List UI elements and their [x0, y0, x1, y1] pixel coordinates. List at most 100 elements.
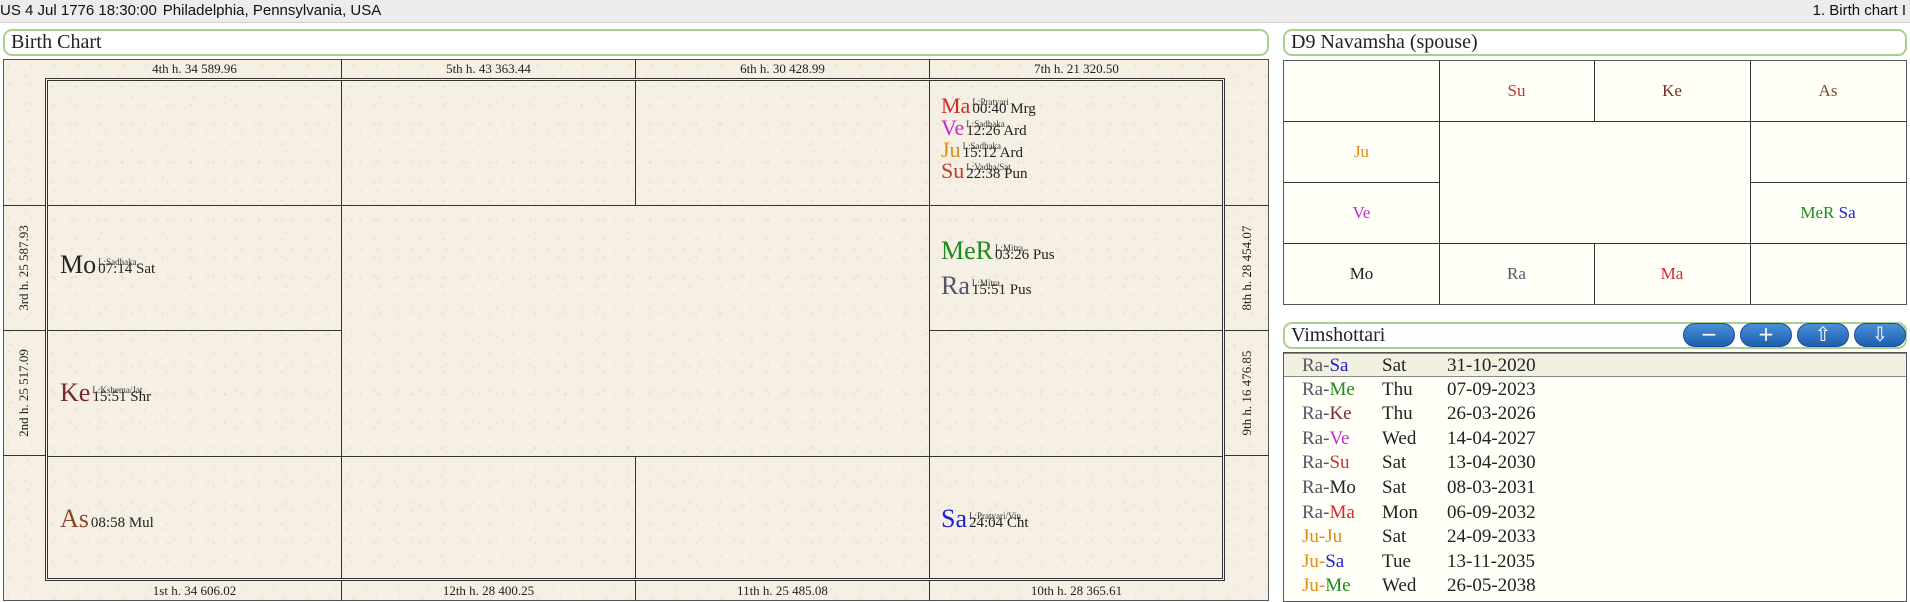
expand-button[interactable]: + — [1740, 323, 1792, 347]
dasha-row[interactable]: Ra-Ve Wed 14-04-2027 — [1284, 427, 1906, 451]
planet-abbr: As — [60, 504, 89, 533]
planet-abbr: Mo — [60, 250, 97, 279]
dasha-row[interactable]: Ju-Sa Tue 13-11-2035 — [1284, 550, 1906, 574]
house-label-7: 7th h. 21 320.50 — [1034, 61, 1119, 76]
dasha-row[interactable]: Ra-Sa Sat 31-10-2020 — [1284, 353, 1906, 377]
ascendant[interactable]: As 08:58 Mul — [60, 506, 154, 532]
dasha-row[interactable]: Ju-Ju Sat 24-09-2033 — [1284, 525, 1906, 549]
grid-line — [3, 455, 45, 456]
d9-cell-ma[interactable]: Ma — [1594, 243, 1750, 304]
bhukti-lord: Me — [1329, 378, 1355, 400]
d9-cell-ve[interactable]: Ve — [1284, 182, 1439, 243]
grid-line — [635, 456, 636, 578]
dasha-weekday: Sat — [1382, 526, 1407, 548]
d9-cell-mo[interactable]: Mo — [1284, 243, 1439, 304]
dasha-row[interactable]: Ra-Ma Mon 06-09-2032 — [1284, 501, 1906, 525]
dasha-row[interactable]: Ju-Me Wed 26-05-2038 — [1284, 574, 1906, 598]
dasha-date: 08-03-2031 — [1447, 477, 1536, 498]
planet-lord: L:Sadhaka — [98, 257, 137, 267]
bhukti-lord: Ma — [1329, 501, 1355, 523]
house-label-11: 11th h. 25 485.08 — [737, 583, 828, 598]
dasha-row[interactable]: Ra-Me Thu 07-09-2023 — [1284, 378, 1906, 402]
dasha-lord: Ra — [1302, 477, 1324, 498]
planet-ra[interactable]: Ra L:Mitra 15:51 Pus — [941, 273, 1032, 299]
d9-cell-ke[interactable]: Ke — [1594, 61, 1750, 121]
dasha-date: 31-10-2020 — [1447, 355, 1536, 376]
dasha-lord: Ra — [1302, 452, 1324, 474]
scroll-down-button[interactable]: ⇩ — [1854, 323, 1906, 347]
bhukti-lord: Sa — [1325, 550, 1345, 572]
d9-cell-ra[interactable]: Ra — [1439, 243, 1594, 304]
dasha-lord: Ra — [1302, 427, 1324, 449]
d9-cell-su[interactable]: Su — [1439, 61, 1594, 121]
d9-cell-mer-sa[interactable]: MeR Sa — [1750, 182, 1906, 243]
bhukti-lord: Su — [1329, 452, 1350, 474]
planet-abbr: MeR — [941, 236, 993, 265]
collapse-button[interactable]: − — [1683, 323, 1735, 347]
bhukti-lord: Sa — [1329, 355, 1349, 376]
planet-lord: L:Mitra — [971, 278, 1000, 288]
house-label-12: 12th h. 28 400.25 — [442, 583, 535, 598]
grid-line — [341, 81, 342, 578]
birth-chart-title: Birth Chart — [3, 29, 1269, 56]
grid-line — [48, 330, 341, 331]
house-label-8: 8th h. 28 454.07 — [1239, 225, 1254, 311]
grid-line — [3, 205, 45, 206]
dasha-period: Ra-Mo — [1302, 476, 1356, 500]
d9-planet-sa: Sa — [1838, 202, 1856, 222]
grid-line — [929, 330, 1222, 331]
dasha-row[interactable]: Ra-Ke Thu 26-03-2026 — [1284, 402, 1906, 426]
scroll-up-button[interactable]: ⇧ — [1797, 323, 1849, 347]
grid-line — [635, 81, 636, 205]
bhukti-lord: Ju — [1325, 526, 1343, 548]
house-label-3: 3rd h. 25 587.93 — [16, 225, 31, 311]
d9-title: D9 Navamsha (spouse) — [1283, 29, 1907, 56]
d9-cell-ju[interactable]: Ju — [1284, 121, 1439, 182]
dasha-date: 24-09-2033 — [1447, 526, 1536, 548]
birth-datetime: US 4 Jul 1776 18:30:00 — [0, 2, 157, 19]
grid-line — [929, 81, 930, 578]
dasha-period: Ju-Sa — [1302, 550, 1344, 574]
grid-line — [1225, 330, 1269, 331]
dasha-period: Ju-Me — [1302, 574, 1351, 598]
dasha-date: 07-09-2023 — [1447, 378, 1536, 400]
grid-line — [3, 330, 45, 331]
dasha-lord: Ju — [1302, 575, 1319, 597]
chart-tab-label[interactable]: 1. Birth chart I — [1813, 2, 1906, 19]
planet-su[interactable]: Su L:Vadha/Sat 22:38 Pun — [941, 160, 1028, 183]
dasha-lord: Ra — [1302, 501, 1324, 523]
planet-abbr: Sa — [941, 504, 967, 533]
dasha-weekday: Sat — [1382, 452, 1407, 474]
planet-mer[interactable]: MeR L:Mitra 03:26 Pus — [941, 238, 1055, 264]
d9-cell-as[interactable]: As — [1750, 61, 1906, 121]
dasha-period: Ra-Ke — [1302, 402, 1352, 426]
dasha-period: Ju-Ju — [1302, 525, 1342, 549]
top-bar: US 4 Jul 1776 18:30:00 Philadelphia, Penn… — [0, 0, 1910, 23]
dasha-date: 14-04-2027 — [1447, 427, 1536, 449]
house-label-6: 6th h. 30 428.99 — [740, 61, 825, 76]
bhukti-lord: Mo — [1329, 477, 1356, 498]
dasha-row[interactable]: Ra-Su Sat 13-04-2030 — [1284, 451, 1906, 475]
planet-lord: L:Kshema/Jat — [92, 385, 143, 395]
vimshottari-toolbar: − + ⇧ ⇩ — [1683, 323, 1907, 349]
dasha-period: Ra-Me — [1302, 378, 1355, 402]
dasha-row[interactable]: Ra-Mo Sat 08-03-2031 — [1284, 476, 1906, 500]
planet-mo[interactable]: Mo L:Sadhaka 07:14 Sat — [60, 252, 155, 278]
dasha-weekday: Tue — [1382, 550, 1411, 572]
bhukti-lord: Me — [1325, 575, 1351, 597]
house-label-1: 1st h. 34 606.02 — [152, 583, 237, 598]
dasha-date: 06-09-2032 — [1447, 501, 1536, 523]
grid-line — [1225, 455, 1269, 456]
dasha-lord: Ra — [1302, 403, 1324, 425]
planet-lord: L:Sadhaka — [962, 141, 1002, 151]
dasha-lord: Ju — [1302, 526, 1319, 548]
birth-place: Philadelphia, Pennsylvania, USA — [162, 2, 382, 19]
dasha-weekday: Sat — [1382, 355, 1407, 376]
planet-ke[interactable]: Ke L:Kshema/Jat 15:51 Shr — [60, 380, 151, 406]
planet-sa[interactable]: Sa L:Pratyari/Vin 24:04 Cht — [941, 506, 1029, 532]
planet-abbr: Ra — [941, 271, 970, 300]
dasha-date: 13-04-2030 — [1447, 452, 1536, 474]
dasha-date: 26-03-2026 — [1447, 403, 1536, 425]
dasha-date: 26-05-2038 — [1447, 575, 1536, 597]
dasha-weekday: Sat — [1382, 477, 1407, 498]
